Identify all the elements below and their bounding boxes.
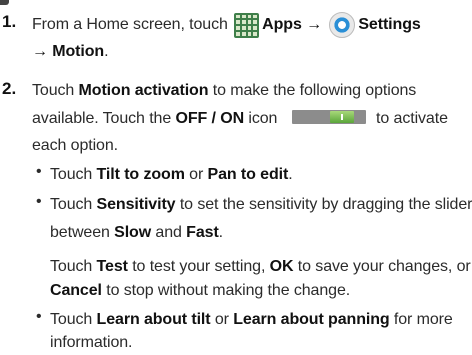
step-2-text-5: to activate — [371, 110, 448, 127]
sensitivity-label: Sensitivity — [96, 196, 176, 213]
bullet-1-text: Touch — [50, 166, 97, 183]
bullet-2-line-1: Touch Sensitivity to set the sensitivity… — [50, 193, 472, 217]
motion-activation-label: Motion activation — [78, 82, 209, 99]
arrow-1: → — [301, 16, 327, 34]
bullet-3-dot: • — [36, 308, 42, 325]
apps-label: Apps — [262, 16, 302, 34]
tilt-to-zoom-label: Tilt to zoom — [96, 166, 185, 183]
motion-label: Motion — [52, 43, 105, 60]
slow-label: Slow — [114, 224, 152, 241]
off-on-label: OFF / ON — [175, 110, 245, 127]
bullet-3-line-1: Touch Learn about tilt or Learn about pa… — [50, 308, 468, 332]
pan-to-edit-label: Pan to edit — [207, 166, 289, 183]
learn-about-tilt-label: Learn about tilt — [96, 311, 211, 328]
bullet-1-end: . — [288, 166, 293, 183]
bullet-2-end: . — [218, 224, 224, 241]
manual-page: 1. From a Home screen, touch Apps → Sett… — [0, 0, 472, 351]
sub-line-2: Cancel to stop without making the change… — [50, 279, 468, 303]
bullet-3-or: or — [210, 311, 234, 328]
step-2-text-1: Touch — [32, 82, 79, 99]
settings-gear-icon — [329, 12, 356, 38]
step-2-text-4: icon — [244, 110, 282, 127]
bullet-2-text-1: Touch — [50, 196, 97, 213]
bullet-2-text-2: to set the sensitivity by dragging the s… — [175, 196, 472, 213]
settings-label: Settings — [358, 16, 421, 34]
fast-label: Fast — [186, 224, 219, 241]
bullet-3-text-1: Touch — [50, 311, 97, 328]
cancel-label: Cancel — [50, 282, 102, 299]
bullet-1-dot: • — [36, 163, 42, 180]
step-2-text-6: each option. — [32, 137, 118, 154]
top-edge-fragment — [0, 0, 472, 7]
step-1-line-2: → Motion. — [32, 40, 468, 64]
step-1-line-1: From a Home screen, touch Apps → Setting… — [32, 12, 468, 38]
step-2-text-2: to make the following options — [208, 82, 417, 99]
bullet-3-text-3: information. — [50, 334, 133, 351]
clipped-glyph — [0, 0, 9, 5]
learn-about-panning-label: Learn about panning — [233, 311, 390, 328]
sub-text-4: to stop without making the change. — [101, 282, 351, 299]
sub-line-1: Touch Test to test your setting, OK to s… — [50, 255, 471, 279]
step-2-line-3: each option. — [32, 134, 468, 158]
bullet-2-dot: • — [36, 193, 42, 210]
step-2-line-1: Touch Motion activation to make the foll… — [32, 79, 468, 103]
bullet-2-and: and — [151, 224, 187, 241]
sub-text-1: Touch — [50, 258, 97, 275]
bullet-1-or: or — [184, 166, 208, 183]
apps-grid-icon — [234, 12, 260, 38]
step-1-number: 1. — [2, 12, 17, 31]
arrow-2: → — [32, 43, 53, 60]
sub-text-3: to save your changes, or — [293, 258, 471, 275]
step-2-line-2: available. Touch the OFF / ON icon to ac… — [32, 107, 468, 131]
test-label: Test — [96, 258, 128, 275]
toggle-on-icon — [291, 110, 366, 124]
bullet-3-line-2: information. — [50, 331, 468, 355]
step-2-text-3: available. Touch the — [32, 110, 176, 127]
bullet-1-line: Touch Tilt to zoom or Pan to edit. — [50, 163, 468, 187]
step-1-end: . — [104, 43, 109, 60]
bullet-2-line-2: between Slow and Fast. — [50, 221, 468, 245]
bullet-2-text-3: between — [50, 224, 115, 241]
step-2-number: 2. — [2, 79, 17, 98]
ok-label: OK — [269, 258, 294, 275]
step-1-text: From a Home screen, touch — [32, 16, 233, 34]
bullet-3-text-2: for more — [389, 311, 453, 328]
sub-text-2: to test your setting, — [127, 258, 270, 275]
